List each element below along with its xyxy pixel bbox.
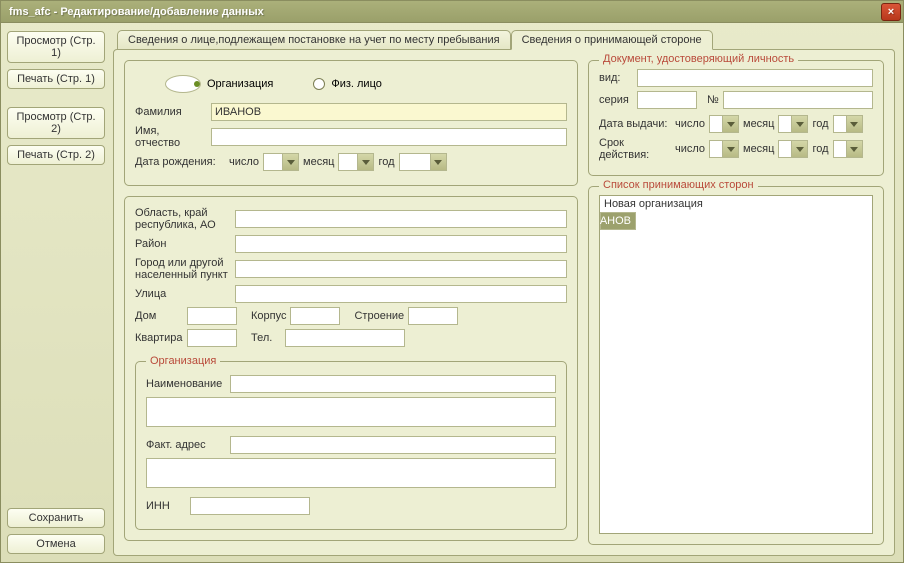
chevron-down-icon bbox=[722, 116, 738, 132]
close-icon: × bbox=[888, 6, 894, 18]
radio-person-label: Физ. лицо bbox=[331, 78, 382, 90]
phone-input[interactable] bbox=[285, 329, 405, 347]
window-title: fms_afc - Редактирование/добавление данн… bbox=[9, 6, 264, 18]
doc-series-input[interactable] bbox=[637, 91, 697, 109]
chevron-down-icon bbox=[282, 154, 298, 170]
address-group: Область, край республика, АО Район Город… bbox=[124, 196, 578, 541]
street-label: Улица bbox=[135, 288, 231, 300]
corp-label: Корпус bbox=[251, 310, 286, 322]
org-legend: Организация bbox=[146, 355, 220, 367]
dob-year-select[interactable] bbox=[399, 153, 447, 171]
dob-month-label: месяц bbox=[303, 156, 334, 168]
region-input[interactable] bbox=[235, 210, 567, 228]
print-page2-button[interactable]: Печать (Стр. 2) bbox=[7, 145, 105, 165]
expiry-month-label: месяц bbox=[743, 143, 774, 155]
print-page1-button[interactable]: Печать (Стр. 1) bbox=[7, 69, 105, 89]
org-name-label: Наименование bbox=[146, 378, 226, 390]
corp-input[interactable] bbox=[290, 307, 340, 325]
expiry-day-label: число bbox=[675, 143, 705, 155]
org-addr-input[interactable] bbox=[230, 436, 556, 454]
name-label: Имя, отчество bbox=[135, 125, 207, 149]
chevron-down-icon bbox=[430, 154, 446, 170]
street-input[interactable] bbox=[235, 285, 567, 303]
issue-day-label: число bbox=[675, 118, 705, 130]
district-input[interactable] bbox=[235, 235, 567, 253]
surname-input[interactable] bbox=[211, 103, 567, 121]
radio-organization[interactable]: Организация bbox=[165, 75, 273, 93]
issue-day-select[interactable] bbox=[709, 115, 739, 133]
list-item[interactable]: ИВАНОВ bbox=[600, 212, 636, 230]
tab-person-info[interactable]: Сведения о лице,подлежащем постановке на… bbox=[117, 30, 511, 50]
city-input[interactable] bbox=[235, 260, 567, 278]
org-name-textarea[interactable] bbox=[146, 397, 556, 427]
document-group: Документ, удостоверяющий личность вид: с… bbox=[588, 60, 884, 176]
doc-number-label: № bbox=[707, 94, 719, 106]
building-label: Строение bbox=[354, 310, 404, 322]
dob-month-select[interactable] bbox=[338, 153, 374, 171]
hostlist-legend: Список принимающих сторон bbox=[599, 179, 758, 191]
house-label: Дом bbox=[135, 310, 183, 322]
chevron-down-icon bbox=[846, 141, 862, 157]
titlebar: fms_afc - Редактирование/добавление данн… bbox=[1, 1, 903, 23]
org-inn-label: ИНН bbox=[146, 500, 186, 512]
chevron-down-icon bbox=[846, 116, 862, 132]
expiry-month-select[interactable] bbox=[778, 140, 808, 158]
flat-label: Квартира bbox=[135, 332, 183, 344]
dob-label: Дата рождения: bbox=[135, 156, 225, 168]
radio-dot-icon bbox=[313, 78, 325, 90]
region-label: Область, край республика, АО bbox=[135, 207, 231, 231]
dob-day-select[interactable] bbox=[263, 153, 299, 171]
doc-expiry-label: Срок действия: bbox=[599, 137, 671, 161]
district-label: Район bbox=[135, 238, 231, 250]
chevron-down-icon bbox=[791, 141, 807, 157]
expiry-day-select[interactable] bbox=[709, 140, 739, 158]
org-addr-label: Факт. адрес bbox=[146, 439, 226, 451]
host-list-group: Список принимающих сторон Новая организа… bbox=[588, 186, 884, 545]
house-input[interactable] bbox=[187, 307, 237, 325]
radio-dot-icon bbox=[165, 75, 201, 93]
radio-org-label: Организация bbox=[207, 78, 273, 90]
org-name-input[interactable] bbox=[230, 375, 556, 393]
expiry-year-select[interactable] bbox=[833, 140, 863, 158]
doc-issue-label: Дата выдачи: bbox=[599, 118, 671, 130]
list-item[interactable]: Новая организация bbox=[600, 196, 872, 212]
close-button[interactable]: × bbox=[881, 3, 901, 21]
issue-year-select[interactable] bbox=[833, 115, 863, 133]
chevron-down-icon bbox=[357, 154, 373, 170]
doc-kind-label: вид: bbox=[599, 72, 633, 84]
dob-year-label: год bbox=[378, 156, 394, 168]
flat-input[interactable] bbox=[187, 329, 237, 347]
preview-page2-button[interactable]: Просмотр (Стр. 2) bbox=[7, 107, 105, 139]
building-input[interactable] bbox=[408, 307, 458, 325]
tabs: Сведения о лице,подлежащем постановке на… bbox=[117, 29, 895, 49]
basic-info-group: Организация Физ. лицо Фамилия bbox=[124, 60, 578, 186]
dob-day-label: число bbox=[229, 156, 259, 168]
sidebar: Просмотр (Стр. 1) Печать (Стр. 1) Просмо… bbox=[1, 23, 111, 562]
doc-kind-input[interactable] bbox=[637, 69, 873, 87]
org-addr-textarea[interactable] bbox=[146, 458, 556, 488]
tab-host-info[interactable]: Сведения о принимающей стороне bbox=[511, 30, 713, 50]
doc-number-input[interactable] bbox=[723, 91, 873, 109]
preview-page1-button[interactable]: Просмотр (Стр. 1) bbox=[7, 31, 105, 63]
phone-label: Тел. bbox=[251, 332, 281, 344]
name-input[interactable] bbox=[211, 128, 567, 146]
doc-series-label: серия bbox=[599, 94, 633, 106]
issue-month-select[interactable] bbox=[778, 115, 808, 133]
organization-group: Организация Наименование Факт. адрес bbox=[135, 355, 567, 530]
issue-month-label: месяц bbox=[743, 118, 774, 130]
issue-year-label: год bbox=[812, 118, 828, 130]
host-listbox[interactable]: Новая организация ИВАНОВ bbox=[599, 195, 873, 534]
org-inn-input[interactable] bbox=[190, 497, 310, 515]
cancel-button[interactable]: Отмена bbox=[7, 534, 105, 554]
save-button[interactable]: Сохранить bbox=[7, 508, 105, 528]
radio-individual[interactable]: Физ. лицо bbox=[313, 75, 382, 93]
surname-label: Фамилия bbox=[135, 106, 207, 118]
chevron-down-icon bbox=[791, 116, 807, 132]
doc-legend: Документ, удостоверяющий личность bbox=[599, 53, 798, 65]
chevron-down-icon bbox=[722, 141, 738, 157]
expiry-year-label: год bbox=[812, 143, 828, 155]
city-label: Город или другой населенный пункт bbox=[135, 257, 231, 281]
